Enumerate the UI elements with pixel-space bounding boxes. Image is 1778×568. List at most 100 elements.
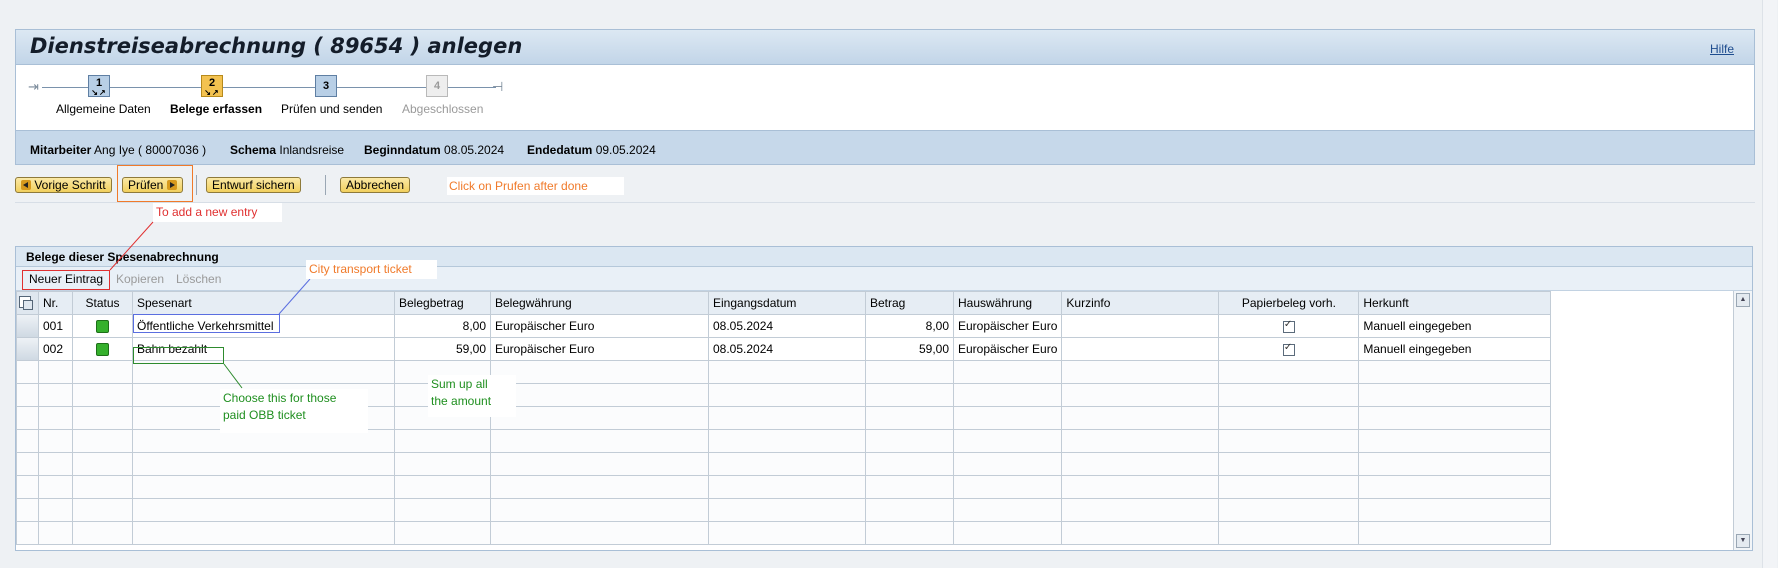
roadmap-step-3[interactable]: 3 xyxy=(315,75,337,97)
empty-cell xyxy=(1061,498,1220,522)
empty-cell[interactable] xyxy=(16,429,39,453)
cell-hauswaehrung: Europäischer Euro xyxy=(952,337,1063,361)
empty-cell xyxy=(38,521,73,545)
save-draft-button[interactable]: Entwurf sichern xyxy=(206,177,301,193)
status-ok-icon xyxy=(96,343,109,357)
table-row-empty xyxy=(16,452,1552,476)
empty-cell xyxy=(1358,452,1552,476)
scroll-down-icon[interactable]: ▼ xyxy=(1736,534,1750,548)
roadmap: ⇥ ⊣ 1 ↘↗ Allgemeine Daten 2 ↘↗ Belege erfa… xyxy=(15,65,1755,130)
roadmap-label-2[interactable]: Belege erfassen xyxy=(170,102,262,116)
column-header-eingangsdatum[interactable]: Eingangsdatum xyxy=(708,291,866,315)
empty-cell xyxy=(1218,498,1360,522)
empty-cell xyxy=(490,452,709,476)
empty-cell xyxy=(708,383,866,407)
empty-cell xyxy=(1061,406,1220,430)
column-header-nr[interactable]: Nr. xyxy=(38,291,73,315)
empty-cell xyxy=(952,475,1063,499)
select-all-cell[interactable] xyxy=(16,291,39,315)
cell-status xyxy=(72,337,133,361)
cell-belegwaehrung: Europäischer Euro xyxy=(490,314,709,338)
empty-cell[interactable] xyxy=(16,406,39,430)
empty-cell xyxy=(1061,521,1220,545)
empty-cell[interactable] xyxy=(16,452,39,476)
title-bar: Dienstreiseabrechnung ( 89654 ) anlegen … xyxy=(15,29,1755,65)
column-header-kurzinfo[interactable]: Kurzinfo xyxy=(1061,291,1220,315)
empty-cell xyxy=(38,383,73,407)
roadmap-step-1[interactable]: 1 ↘↗ xyxy=(88,75,110,97)
empty-cell xyxy=(38,498,73,522)
empty-cell xyxy=(72,429,133,453)
cancel-button[interactable]: Abbrechen xyxy=(340,177,411,193)
page-title: Dienstreiseabrechnung ( 89654 ) anlegen xyxy=(30,34,523,58)
empty-cell xyxy=(490,406,709,430)
empty-cell[interactable] xyxy=(16,383,39,407)
empty-cell xyxy=(72,475,133,499)
empty-cell xyxy=(132,521,395,545)
column-header-spesenart[interactable]: Spesenart xyxy=(132,291,395,315)
table-row[interactable]: 002 Bahn bezahlt 59,00 Europäischer Euro… xyxy=(16,337,1552,361)
cell-hauswaehrung: Europäischer Euro xyxy=(952,314,1063,338)
empty-cell xyxy=(490,475,709,499)
help-link[interactable]: Hilfe xyxy=(1710,42,1734,56)
empty-cell[interactable] xyxy=(16,521,39,545)
empty-cell xyxy=(72,498,133,522)
row-selector[interactable] xyxy=(16,337,39,361)
empty-cell[interactable] xyxy=(16,498,39,522)
empty-cell xyxy=(708,452,866,476)
column-header-hauswaehrung[interactable]: Hauswährung xyxy=(952,291,1063,315)
empty-cell xyxy=(708,521,866,545)
annotation-box-city-ticket xyxy=(133,314,280,333)
scroll-up-icon[interactable]: ▲ xyxy=(1736,293,1750,307)
empty-cell xyxy=(490,360,709,384)
cell-kurzinfo xyxy=(1061,337,1220,361)
empty-cell xyxy=(38,452,73,476)
cell-herkunft: Manuell eingegeben xyxy=(1358,314,1552,338)
roadmap-end-icon: ⊣ xyxy=(492,79,504,94)
column-header-belegwaehrung[interactable]: Belegwährung xyxy=(490,291,709,315)
empty-cell[interactable] xyxy=(16,475,39,499)
empty-cell xyxy=(865,360,954,384)
row-selector[interactable] xyxy=(16,314,39,338)
annotation-box-new-entry xyxy=(22,270,110,290)
roadmap-label-3[interactable]: Prüfen und senden xyxy=(281,102,382,116)
cell-papierbeleg[interactable] xyxy=(1218,337,1360,361)
column-header-status[interactable]: Status xyxy=(72,291,133,315)
previous-step-button[interactable]: Vorige Schritt xyxy=(15,177,112,193)
checkbox-checked-icon[interactable] xyxy=(1282,319,1295,333)
empty-cell xyxy=(1061,383,1220,407)
empty-cell xyxy=(1358,475,1552,499)
empty-cell xyxy=(1061,452,1220,476)
empty-cell xyxy=(952,498,1063,522)
empty-cell xyxy=(490,498,709,522)
roadmap-label-1[interactable]: Allgemeine Daten xyxy=(56,102,151,116)
empty-cell xyxy=(394,521,491,545)
empty-cell xyxy=(952,360,1063,384)
page-scrollbar[interactable] xyxy=(1762,0,1777,568)
empty-cell xyxy=(1061,475,1220,499)
column-header-herkunft[interactable]: Herkunft xyxy=(1358,291,1552,315)
empty-cell xyxy=(1358,406,1552,430)
table-scrollbar[interactable]: ▲ ▼ xyxy=(1733,291,1752,550)
roadmap-step-4: 4 xyxy=(426,75,448,97)
column-header-papierbeleg[interactable]: Papierbeleg vorh. xyxy=(1218,291,1360,315)
empty-cell xyxy=(1358,429,1552,453)
empty-cell[interactable] xyxy=(16,360,39,384)
empty-cell xyxy=(1061,429,1220,453)
checkbox-checked-icon[interactable] xyxy=(1282,342,1295,356)
column-header-betrag[interactable]: Betrag xyxy=(865,291,954,315)
annotation-click-check: Click on Prufen after done xyxy=(447,177,624,195)
cell-nr: 002 xyxy=(38,337,73,361)
annotation-box-bahn xyxy=(133,347,224,364)
copy-button: Kopieren xyxy=(116,272,165,286)
empty-cell xyxy=(394,429,491,453)
roadmap-step-2[interactable]: 2 ↘↗ xyxy=(201,75,223,97)
annotation-choose: Choose this for those paid OBB ticket xyxy=(220,389,368,433)
empty-cell xyxy=(72,360,133,384)
empty-cell xyxy=(1218,429,1360,453)
cell-papierbeleg[interactable] xyxy=(1218,314,1360,338)
cell-belegbetrag: 59,00 xyxy=(394,337,491,361)
column-header-belegbetrag[interactable]: Belegbetrag xyxy=(394,291,491,315)
empty-cell xyxy=(490,521,709,545)
annotation-city-ticket: City transport ticket xyxy=(306,260,437,279)
